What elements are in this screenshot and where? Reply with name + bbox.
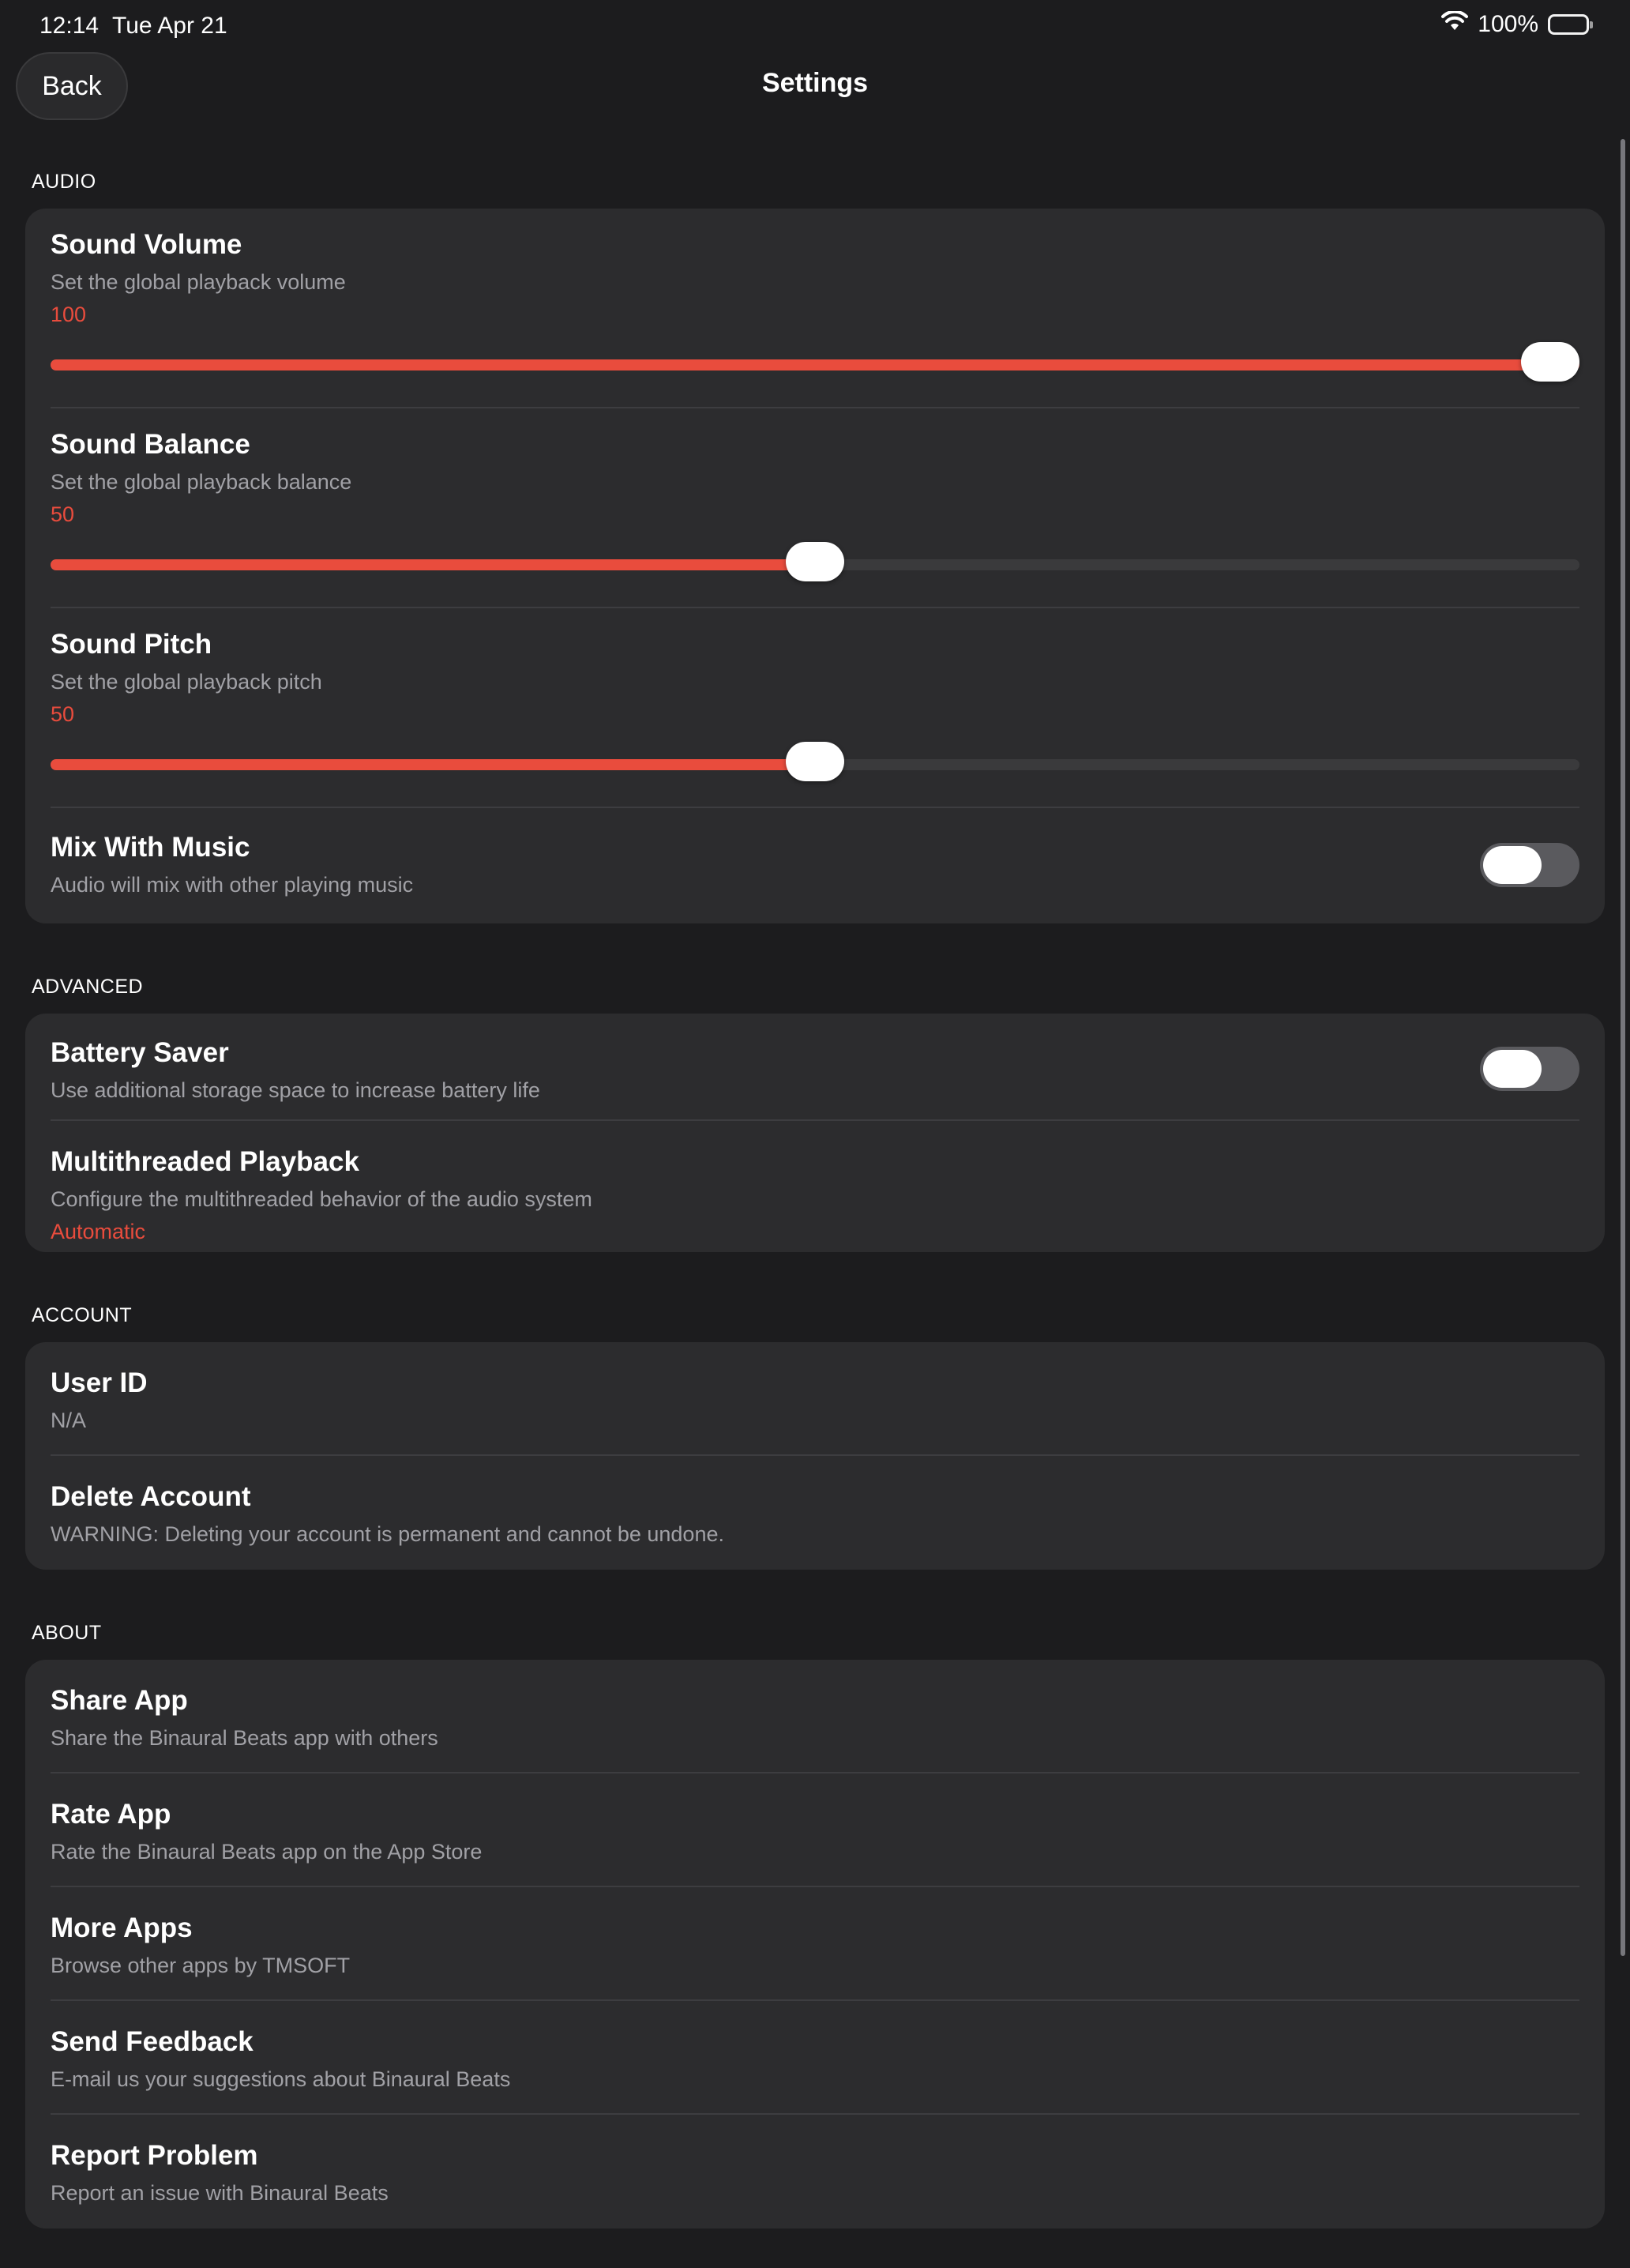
slider-thumb[interactable] xyxy=(786,742,844,781)
row-title: Mix With Music xyxy=(51,832,250,863)
row-subtitle: Use additional storage space to increase… xyxy=(51,1078,540,1102)
report-problem-row[interactable]: Report Problem Report an issue with Bina… xyxy=(51,2115,1579,2229)
battery-saver-toggle[interactable] xyxy=(1480,1047,1579,1091)
slider-thumb[interactable] xyxy=(786,542,844,581)
row-title: Sound Volume xyxy=(51,229,242,260)
more-apps-row[interactable]: More Apps Browse other apps by TMSOFT xyxy=(51,1887,1579,2001)
battery-saver-row: Battery Saver Use additional storage spa… xyxy=(51,1014,1579,1121)
status-date: Tue Apr 21 xyxy=(112,13,227,39)
volume-value: 100 xyxy=(51,303,87,326)
row-title: Rate App xyxy=(51,1799,171,1830)
row-title: Send Feedback xyxy=(51,2026,254,2057)
row-subtitle: Report an issue with Binaural Beats xyxy=(51,2181,389,2205)
toggle-knob xyxy=(1483,1050,1542,1088)
status-time: 12:14 xyxy=(39,13,100,39)
toggle-knob xyxy=(1483,846,1542,884)
balance-value: 50 xyxy=(51,502,75,526)
row-subtitle: Share the Binaural Beats app with others xyxy=(51,1726,438,1750)
slider-fill xyxy=(51,559,815,570)
share-app-row[interactable]: Share App Share the Binaural Beats app w… xyxy=(51,1660,1579,1773)
row-title: Battery Saver xyxy=(51,1037,229,1068)
multithreaded-playback-row[interactable]: Multithreaded Playback Configure the mul… xyxy=(51,1121,1579,1252)
volume-slider[interactable] xyxy=(51,342,1579,382)
delete-account-row[interactable]: Delete Account WARNING: Deleting your ac… xyxy=(51,1456,1579,1570)
row-subtitle: Set the global playback balance xyxy=(51,470,352,494)
rate-app-row[interactable]: Rate App Rate the Binaural Beats app on … xyxy=(51,1773,1579,1887)
page-title: Settings xyxy=(761,68,869,98)
row-subtitle: Set the global playback volume xyxy=(51,270,346,294)
sound-volume-row: Sound Volume Set the global playback vol… xyxy=(51,209,1579,408)
multithreaded-value: Automatic xyxy=(51,1220,146,1243)
section-header-advanced: ADVANCED xyxy=(32,976,144,998)
advanced-card: Battery Saver Use additional storage spa… xyxy=(25,1014,1605,1252)
row-title: Multithreaded Playback xyxy=(51,1146,359,1177)
battery-icon xyxy=(1548,14,1593,35)
account-card: User ID N/A Delete Account WARNING: Dele… xyxy=(25,1342,1605,1570)
row-title: Sound Pitch xyxy=(51,629,212,660)
battery-percentage: 100% xyxy=(1478,11,1538,37)
slider-thumb[interactable] xyxy=(1521,342,1579,382)
section-header-about: ABOUT xyxy=(32,1622,102,1644)
row-title: Delete Account xyxy=(51,1481,251,1512)
sound-balance-row: Sound Balance Set the global playback ba… xyxy=(51,408,1579,608)
row-subtitle: E-mail us your suggestions about Binaura… xyxy=(51,2067,511,2091)
row-subtitle: Set the global playback pitch xyxy=(51,670,322,694)
row-subtitle: Rate the Binaural Beats app on the App S… xyxy=(51,1840,483,1864)
row-title: Report Problem xyxy=(51,2140,258,2171)
row-title: Sound Balance xyxy=(51,429,250,460)
nav-bar: Back Settings xyxy=(0,51,1630,122)
pitch-slider[interactable] xyxy=(51,742,1579,781)
row-subtitle: N/A xyxy=(51,1409,87,1432)
mix-with-music-toggle[interactable] xyxy=(1480,843,1579,887)
row-subtitle: Audio will mix with other playing music xyxy=(51,873,414,897)
slider-fill xyxy=(51,359,1579,370)
user-id-row: User ID N/A xyxy=(51,1342,1579,1456)
sound-pitch-row: Sound Pitch Set the global playback pitc… xyxy=(51,608,1579,808)
row-title: More Apps xyxy=(51,1913,193,1943)
status-indicators: 100% xyxy=(1441,9,1593,38)
row-subtitle: Configure the multithreaded behavior of … xyxy=(51,1187,592,1211)
row-title: User ID xyxy=(51,1367,148,1398)
pitch-value: 50 xyxy=(51,702,75,726)
mix-with-music-row: Mix With Music Audio will mix with other… xyxy=(51,808,1579,923)
row-title: Share App xyxy=(51,1685,188,1716)
send-feedback-row[interactable]: Send Feedback E-mail us your suggestions… xyxy=(51,2001,1579,2115)
section-header-account: ACCOUNT xyxy=(32,1304,133,1326)
balance-slider[interactable] xyxy=(51,542,1579,581)
about-card: Share App Share the Binaural Beats app w… xyxy=(25,1660,1605,2229)
status-bar: 12:14 Tue Apr 21 100% xyxy=(0,0,1630,51)
section-header-audio: AUDIO xyxy=(32,171,96,193)
slider-fill xyxy=(51,759,815,770)
wifi-icon xyxy=(1441,9,1469,38)
row-subtitle: Browse other apps by TMSOFT xyxy=(51,1954,351,1977)
audio-card: Sound Volume Set the global playback vol… xyxy=(25,209,1605,923)
row-subtitle: WARNING: Deleting your account is perman… xyxy=(51,1522,724,1546)
settings-list: AUDIO Sound Volume Set the global playba… xyxy=(0,158,1630,2268)
